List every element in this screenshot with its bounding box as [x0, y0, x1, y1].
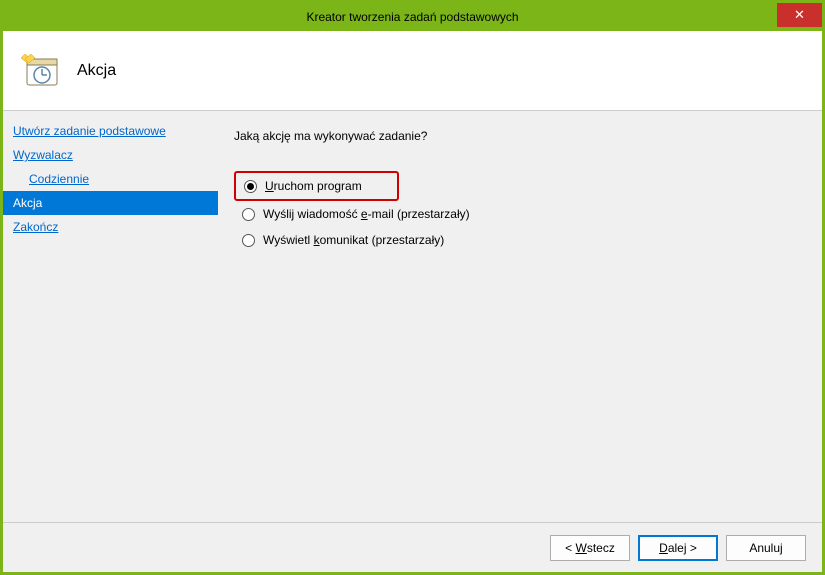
wizard-footer: < Wstecz Dalej > Anuluj [3, 522, 822, 572]
question-text: Jaką akcję ma wykonywać zadanie? [234, 129, 806, 143]
radio-start-program[interactable]: Uruchom program [234, 171, 399, 201]
sidebar-item-action: Akcja [3, 191, 218, 215]
sidebar-item-create-task[interactable]: Utwórz zadanie podstawowe [3, 119, 218, 143]
radio-label: Uruchom program [265, 179, 362, 193]
close-icon: ✕ [794, 7, 805, 23]
wizard-sidebar: Utwórz zadanie podstawowe Wyzwalacz Codz… [3, 111, 218, 522]
wizard-window: Kreator tworzenia zadań podstawowych ✕ A… [0, 0, 825, 575]
scheduler-icon [21, 51, 61, 91]
radio-icon [242, 208, 255, 221]
titlebar: Kreator tworzenia zadań podstawowych ✕ [3, 3, 822, 31]
sidebar-item-finish[interactable]: Zakończ [3, 215, 218, 239]
radio-icon [242, 234, 255, 247]
wizard-body: Utwórz zadanie podstawowe Wyzwalacz Codz… [3, 111, 822, 522]
action-radio-group: Uruchom program Wyślij wiadomość e-mail … [234, 171, 806, 253]
radio-label: Wyświetl komunikat (przestarzały) [263, 233, 444, 247]
sidebar-item-daily[interactable]: Codziennie [3, 167, 218, 191]
sidebar-item-trigger[interactable]: Wyzwalacz [3, 143, 218, 167]
page-title: Akcja [77, 62, 116, 80]
radio-display-message[interactable]: Wyświetl komunikat (przestarzały) [234, 227, 806, 253]
close-button[interactable]: ✕ [777, 3, 822, 27]
next-button[interactable]: Dalej > [638, 535, 718, 561]
radio-send-email[interactable]: Wyślij wiadomość e-mail (przestarzały) [234, 201, 806, 227]
radio-label: Wyślij wiadomość e-mail (przestarzały) [263, 207, 470, 221]
wizard-header: Akcja [3, 31, 822, 111]
back-button[interactable]: < Wstecz [550, 535, 630, 561]
wizard-content: Jaką akcję ma wykonywać zadanie? Uruchom… [218, 111, 822, 522]
window-title: Kreator tworzenia zadań podstawowych [306, 10, 518, 24]
radio-icon [244, 180, 257, 193]
cancel-button[interactable]: Anuluj [726, 535, 806, 561]
